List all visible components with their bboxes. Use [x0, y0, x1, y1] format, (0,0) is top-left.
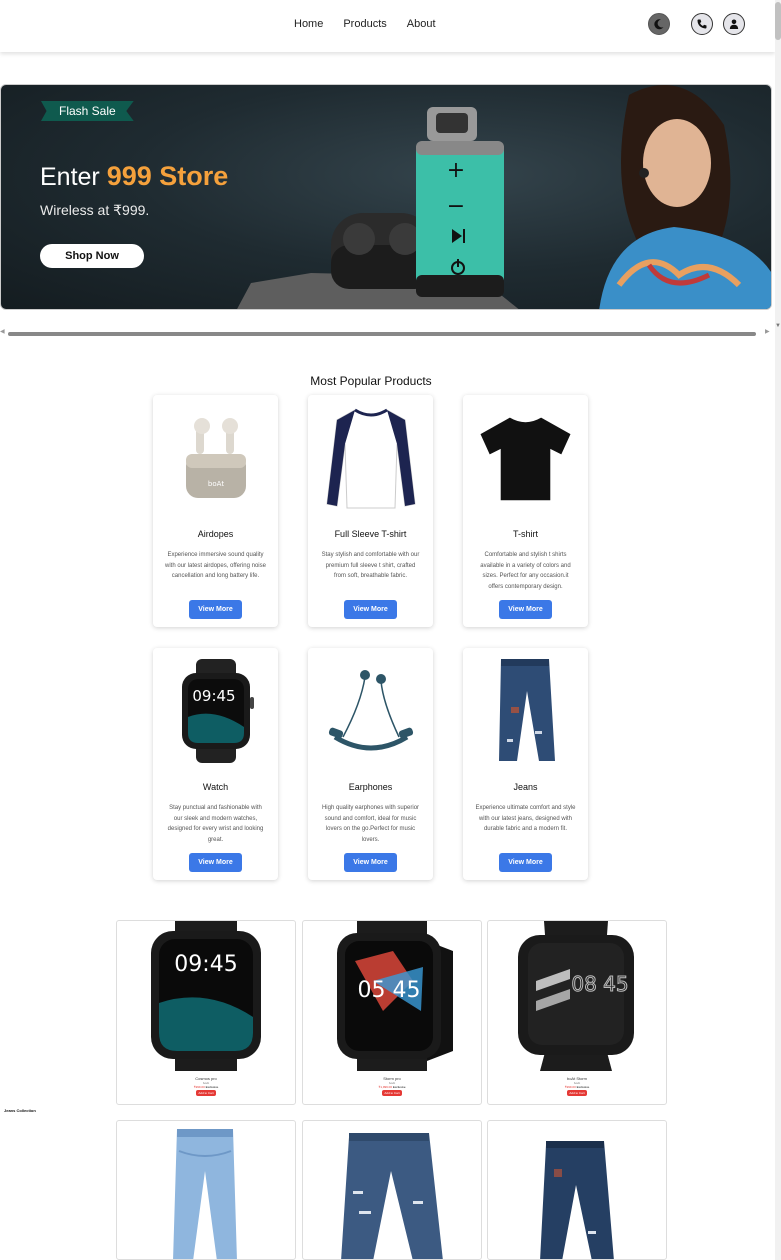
- scroll-left-arrow-icon[interactable]: ◀: [0, 328, 5, 335]
- store-card-jeans-dark: [487, 1120, 667, 1260]
- jeans-collection-title: Jeans Collection: [4, 1108, 36, 1113]
- product-name: T-shirt: [512, 529, 538, 539]
- phone-icon[interactable]: [691, 13, 713, 35]
- product-description: Experience immersive sound quality with …: [165, 552, 266, 579]
- product-description: Experience ultimate comfort and style wi…: [475, 805, 576, 832]
- watch-icon: 08 45: [518, 921, 634, 1071]
- view-more-button[interactable]: View More: [344, 853, 397, 872]
- watch-screen-text: 09:45: [174, 952, 237, 977]
- page-scrollbar[interactable]: ▼: [775, 0, 781, 1260]
- store-product-price: ₹999.00 Exclusive: [564, 1085, 590, 1089]
- ripped-jeans-icon: [341, 1133, 443, 1259]
- store-product-price: ₹999.00 Exclusive: [193, 1085, 219, 1089]
- store-card-cosmos-pro: 09:45 Cosmos pro boAt ₹999.00 Exclusive …: [116, 920, 296, 1105]
- product-card-tshirt: T-shirt Comfortable and stylish t shirts…: [463, 395, 588, 627]
- watch-screen-text: 08 45: [571, 972, 628, 996]
- banner-scrollbar[interactable]: ◀ ▶: [0, 328, 775, 336]
- banner-title-highlight: 999 Store: [106, 161, 229, 191]
- banner-title: Enter 999 Store: [40, 161, 228, 192]
- jeans-icon: [475, 656, 576, 766]
- store-product-price: ₹1,999.00 Exclusive: [378, 1085, 406, 1089]
- nav-link-home[interactable]: Home: [294, 18, 323, 30]
- add-to-cart-button[interactable]: Add to Cart: [382, 1090, 402, 1096]
- svg-text:+: +: [447, 158, 465, 183]
- product-name: Jeans: [513, 782, 538, 792]
- nav-links: Home Products About: [294, 18, 436, 30]
- svg-text:boAt: boAt: [207, 480, 223, 488]
- product-name: Watch: [202, 782, 229, 792]
- watch-icon: 09:45: [151, 921, 261, 1071]
- flash-sale-tag: Flash Sale: [41, 101, 134, 121]
- product-description: Stay punctual and fashionable with our s…: [167, 805, 264, 843]
- product-card-watch: 09:45 Watch Stay punctual and fashionabl…: [153, 648, 278, 880]
- neckband-earphones-icon: [320, 656, 421, 766]
- light-blue-jeans-icon: [173, 1129, 237, 1259]
- product-name: Full Sleeve T-shirt: [334, 529, 407, 539]
- user-icon[interactable]: [723, 13, 745, 35]
- svg-text:−: −: [447, 194, 465, 219]
- view-more-button[interactable]: View More: [499, 600, 552, 619]
- dark-ripped-jeans-icon: [540, 1141, 614, 1259]
- navbar: Home Products About: [0, 0, 775, 52]
- add-to-cart-button[interactable]: Add to Cart: [196, 1090, 216, 1096]
- product-description: Comfortable and stylish t shirts availab…: [480, 552, 571, 590]
- page-scrollbar-thumb[interactable]: [775, 2, 781, 40]
- view-more-button[interactable]: View More: [499, 853, 552, 872]
- store-card-jeans-light: [116, 1120, 296, 1260]
- scroll-down-arrow-icon[interactable]: ▼: [775, 322, 781, 330]
- banner-scrollbar-thumb[interactable]: [8, 332, 756, 336]
- full-sleeve-shirt-icon: [320, 403, 421, 513]
- product-card-full-sleeve-tshirt: Full Sleeve T-shirt Stay stylish and com…: [308, 395, 433, 627]
- svg-text:09:45: 09:45: [192, 687, 235, 705]
- product-card-jeans: Jeans Experience ultimate comfort and st…: [463, 648, 588, 880]
- view-more-button[interactable]: View More: [189, 600, 242, 619]
- store-card-storm-pro: 05 45 Storm pro boAt ₹1,999.00 Exclusive…: [302, 920, 482, 1105]
- nav-link-about[interactable]: About: [407, 18, 436, 30]
- product-card-earphones: Earphones High quality earphones with su…: [308, 648, 433, 880]
- product-name: Airdopes: [197, 529, 234, 539]
- hero-banner: Flash Sale Enter 999 Store Wireless at ₹…: [0, 84, 772, 310]
- tshirt-icon: [475, 403, 576, 513]
- moon-icon[interactable]: [648, 13, 670, 35]
- earbuds-icon: boAt: [165, 403, 266, 513]
- product-name: Earphones: [348, 782, 393, 792]
- store-card-boat-storm: 08 45 boAt Storm boAt ₹999.00 Exclusive …: [487, 920, 667, 1105]
- add-to-cart-button[interactable]: Add to Cart: [567, 1090, 587, 1096]
- banner-model-image: [599, 85, 771, 309]
- product-card-airdopes: boAt Airdopes Experience immersive sound…: [153, 395, 278, 627]
- watch-icon: 05 45: [337, 921, 453, 1071]
- scroll-right-arrow-icon[interactable]: ▶: [765, 328, 770, 335]
- store-card-jeans-ripped: [302, 1120, 482, 1260]
- product-description: Stay stylish and comfortable with our pr…: [321, 552, 420, 579]
- banner-subtitle: Wireless at ₹999.: [40, 202, 150, 218]
- nav-link-products[interactable]: Products: [343, 18, 386, 30]
- view-more-button[interactable]: View More: [189, 853, 242, 872]
- product-description: High quality earphones with superior sou…: [321, 805, 420, 843]
- watch-screen-text: 05 45: [358, 978, 421, 1003]
- banner-products-image: + −: [237, 107, 519, 309]
- banner-title-prefix: Enter: [40, 163, 100, 191]
- view-more-button[interactable]: View More: [344, 600, 397, 619]
- popular-products-title: Most Popular Products: [310, 374, 432, 388]
- shop-now-button[interactable]: Shop Now: [40, 244, 144, 268]
- watch-icon: 09:45: [165, 656, 266, 766]
